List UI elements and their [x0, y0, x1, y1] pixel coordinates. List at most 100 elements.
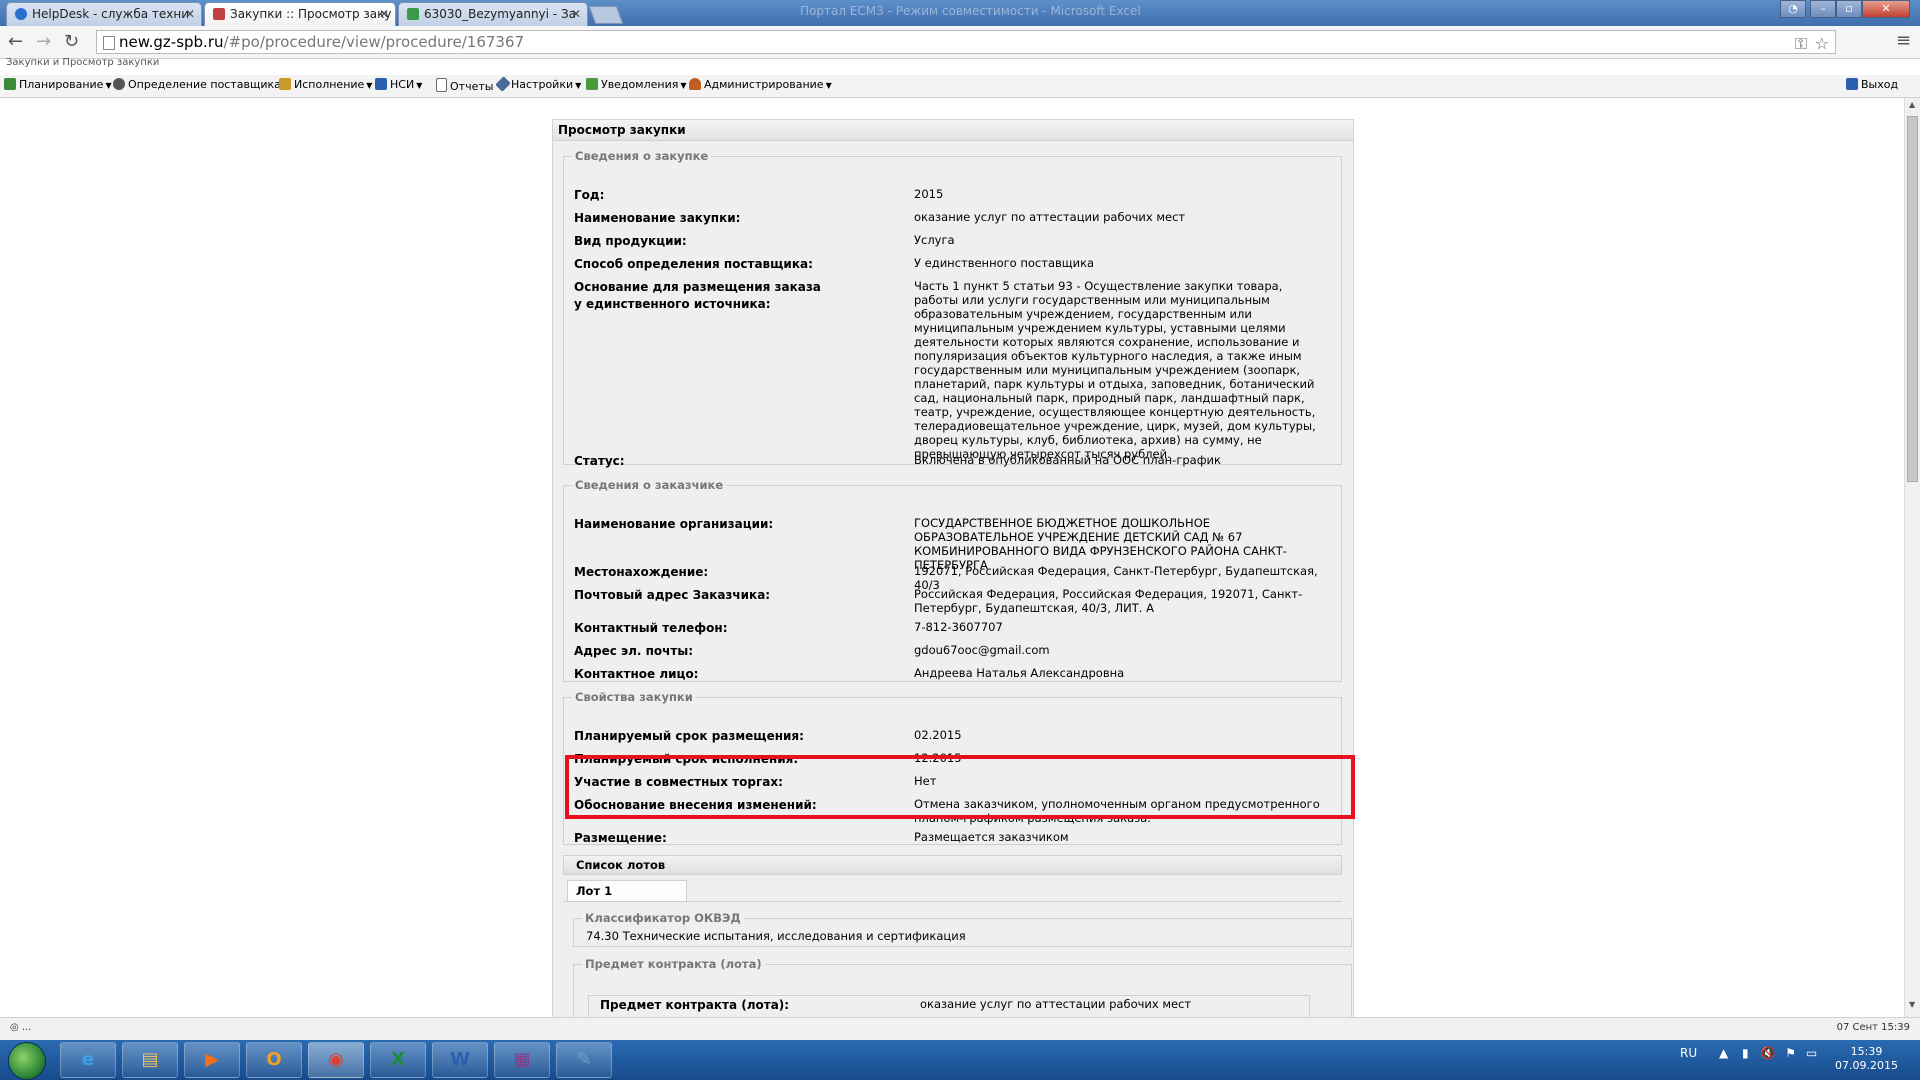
excel-icon[interactable]: X [370, 1042, 426, 1078]
back-arrow-icon[interactable]: ← [8, 31, 23, 52]
tab-lot-1[interactable]: Лот 1 [567, 880, 687, 902]
breadcrumb: Закупки и Просмотр закупки [6, 57, 160, 68]
field-label: Размещение: [574, 831, 667, 845]
field-label: Статус: [574, 454, 625, 468]
divider [563, 901, 1342, 902]
browser-tabstrip: HelpDesk - служба техни ✕ Закупки :: Про… [0, 0, 1920, 26]
caret-down-icon: ▼ [105, 81, 112, 90]
outlook-icon[interactable]: O [246, 1042, 302, 1078]
browser-tab-excel-file[interactable]: 63030_Bezymyannyi - За ✕ [398, 2, 588, 26]
field-label: Планируемый срок размещения: [574, 729, 804, 743]
menu-settings[interactable]: Настройки ▼ [495, 76, 582, 92]
field-label: Почтовый адрес Заказчика: [574, 588, 771, 602]
field-value: Часть 1 пункт 5 статьи 93 - Осуществлени… [914, 279, 1316, 461]
menu-notifications[interactable]: Уведомления ▼ [586, 78, 687, 91]
user-profile-icon[interactable]: ◔ [1780, 0, 1806, 18]
menu-execution[interactable]: Исполнение ▼ [279, 78, 372, 91]
directory-icon [375, 78, 387, 90]
exit-label: Выход [1861, 78, 1899, 91]
field-label: Способ определения поставщика: [574, 257, 813, 271]
menu-label: Исполнение [294, 78, 365, 91]
key-icon[interactable]: ⚿ [1795, 33, 1807, 55]
close-tab-icon[interactable]: ✕ [379, 3, 389, 25]
status-left-text: ◎ ... [10, 1022, 32, 1033]
field-label: Контактный телефон: [574, 621, 728, 635]
status-datetime: 07 Сент 15:39 [1836, 1022, 1910, 1033]
caret-down-icon: ▼ [680, 81, 687, 90]
planning-icon [4, 78, 16, 90]
forward-arrow-icon[interactable]: → [36, 31, 51, 52]
menu-nsi[interactable]: НСИ ▼ [375, 78, 422, 91]
field-value: оказание услуг по аттестации рабочих мес… [920, 997, 1192, 1011]
tab-title: 63030_Bezymyannyi - За [424, 7, 576, 21]
word-icon[interactable]: W [432, 1042, 488, 1078]
page-icon [103, 36, 115, 50]
section-legend: Свойства закупки [575, 690, 693, 704]
start-button[interactable] [8, 1042, 46, 1080]
flag-icon[interactable]: ⚑ [1785, 1046, 1796, 1060]
windows-taskbar: e ▤ ▶ O ◉ X W ▦ ✎ RU ▲ ▮ 🔇 ⚑ ▭ 15:39 07.… [0, 1040, 1920, 1080]
field-value: У единственного поставщика [914, 256, 1095, 270]
field-value: Размещается заказчиком [914, 830, 1069, 844]
system-clock[interactable]: 15:39 07.09.2015 [1835, 1045, 1898, 1073]
tray-expand-icon[interactable]: ▲ [1719, 1046, 1728, 1060]
address-bar-input[interactable]: new.gz-spb.ru/#po/procedure/view/procedu… [96, 30, 1836, 54]
field-value: Российская Федерация, Российская Федерац… [914, 587, 1303, 615]
menu-supplier[interactable]: Определение поставщика▼ [113, 78, 289, 91]
section-legend: Предмет контракта (лота) [585, 957, 762, 971]
tab-title: Закупки :: Просмотр заку [230, 7, 392, 21]
menu-reports[interactable]: Отчеты [436, 78, 493, 93]
winrar-icon[interactable]: ▦ [494, 1042, 550, 1078]
scrollbar-thumb[interactable] [1907, 116, 1918, 482]
lots-list-header: Список лотов [563, 855, 1342, 875]
exit-button[interactable]: Выход [1846, 78, 1898, 91]
menu-label: Администрирование [704, 78, 824, 91]
maximize-icon[interactable]: ▫ [1836, 0, 1862, 18]
new-tab-button[interactable] [588, 6, 624, 24]
language-indicator[interactable]: RU [1680, 1046, 1697, 1060]
close-tab-icon[interactable]: ✕ [571, 3, 581, 25]
caret-down-icon: ▼ [575, 81, 582, 90]
field-value: gdou67ooc@gmail.com [914, 643, 1050, 657]
field-label: Наименование закупки: [574, 211, 741, 225]
display-icon[interactable]: ▭ [1806, 1046, 1817, 1060]
volume-muted-icon[interactable]: 🔇 [1760, 1046, 1775, 1060]
close-tab-icon[interactable]: ✕ [185, 3, 195, 25]
menu-label: Настройки [511, 78, 574, 91]
url-path: /#po/procedure/view/procedure/167367 [223, 33, 525, 51]
url-host: new.gz-spb.ru [119, 33, 224, 51]
scroll-up-icon[interactable]: ▲ [1909, 100, 1915, 109]
menu-label: Уведомления [601, 78, 679, 91]
menu-planning[interactable]: Планирование ▼ [4, 78, 112, 91]
status-bar: ◎ ... 07 Сент 15:39 [0, 1017, 1920, 1040]
tab-title: HelpDesk - служба техни [32, 7, 190, 21]
field-value: 7-812-3607707 [914, 620, 1003, 634]
internet-explorer-icon[interactable]: e [60, 1042, 116, 1078]
file-explorer-icon[interactable]: ▤ [122, 1042, 178, 1078]
section-legend: Сведения о заказчике [575, 478, 724, 492]
reload-icon[interactable]: ↻ [64, 31, 79, 52]
menu-label: Планирование [19, 78, 104, 91]
section-legend: Сведения о закупке [575, 149, 709, 163]
menu-admin[interactable]: Администрирование ▼ [689, 78, 832, 91]
page-scrollbar[interactable]: ▲ ▼ [1904, 98, 1920, 1018]
field-value: Услуга [914, 233, 955, 247]
red-highlight-box [565, 755, 1355, 819]
browser-tab-helpdesk[interactable]: HelpDesk - служба техни ✕ [6, 2, 202, 26]
close-window-icon[interactable]: ✕ [1862, 0, 1910, 18]
field-value: 02.2015 [914, 728, 962, 742]
bookmark-star-icon[interactable]: ☆ [1815, 33, 1829, 55]
clock-time: 15:39 [1850, 1045, 1883, 1058]
chrome-menu-icon[interactable]: ≡ [1896, 30, 1911, 51]
network-icon[interactable]: ▮ [1742, 1046, 1749, 1060]
chrome-icon[interactable]: ◉ [308, 1042, 364, 1078]
notifications-icon [586, 78, 598, 90]
supplier-icon [113, 78, 125, 90]
media-player-icon[interactable]: ▶ [184, 1042, 240, 1078]
browser-tab-zakupki[interactable]: Закупки :: Просмотр заку ✕ [204, 2, 396, 26]
scroll-down-icon[interactable]: ▼ [1909, 1000, 1915, 1009]
minimize-icon[interactable]: – [1810, 0, 1836, 18]
tool-app-icon[interactable]: ✎ [556, 1042, 612, 1078]
menu-label: НСИ [390, 78, 415, 91]
clock-date: 07.09.2015 [1835, 1059, 1898, 1072]
